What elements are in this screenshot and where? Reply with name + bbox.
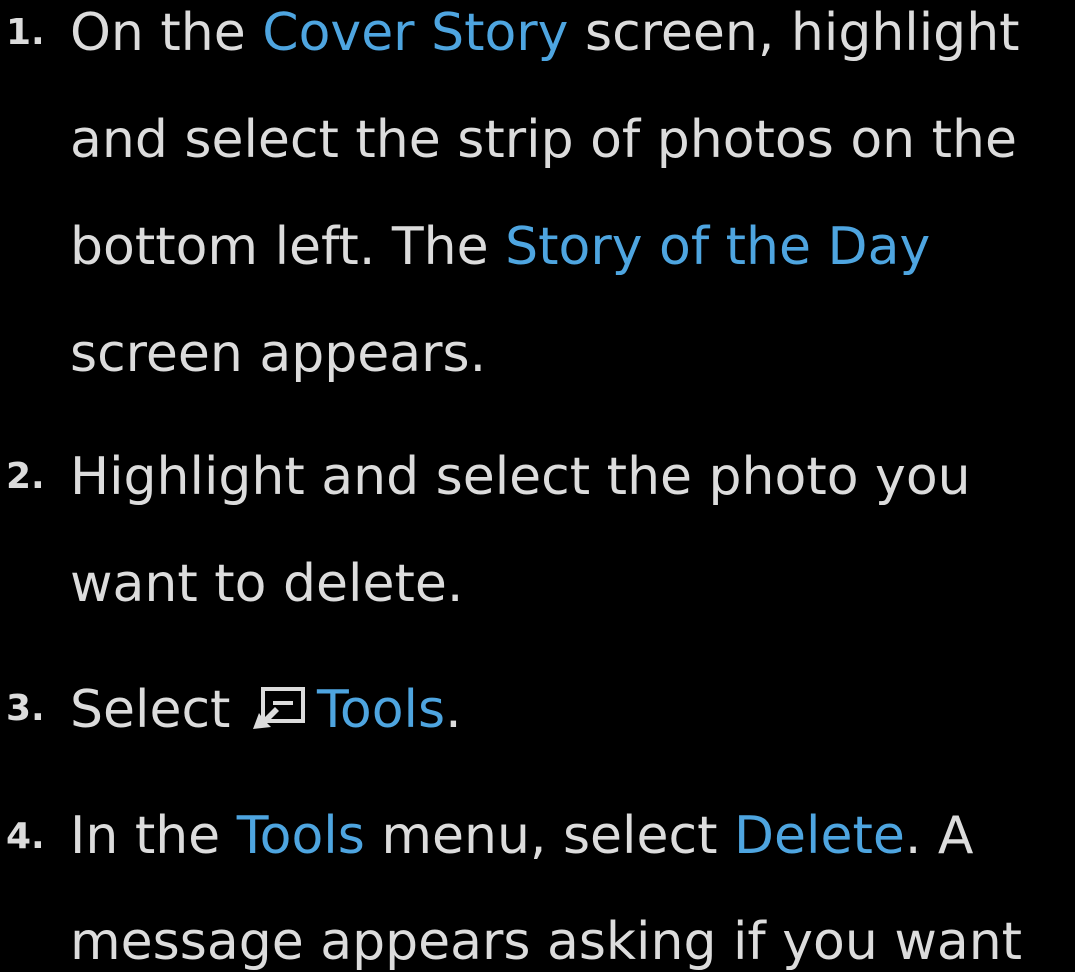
step-1-line-2: and select the strip of photos on the xyxy=(70,110,1017,170)
tools-icon xyxy=(251,683,309,733)
tools-link: Tools xyxy=(316,680,446,740)
text: . A xyxy=(904,806,974,866)
text: Select xyxy=(70,680,247,740)
tools-link: Tools xyxy=(236,806,365,866)
cover-story-link: Cover Story xyxy=(262,3,569,63)
text: bottom left. The xyxy=(70,217,506,277)
step-number: 4. xyxy=(6,816,45,857)
step-1-line-1: On the Cover Story screen, highlight xyxy=(70,3,1020,63)
text: menu, select xyxy=(364,806,734,866)
step-1-line-4: screen appears. xyxy=(70,324,487,384)
text: In the xyxy=(70,806,237,866)
step-1-line-3: bottom left. The Story of the Day xyxy=(70,217,930,277)
text: . xyxy=(445,680,462,740)
text: screen, highlight xyxy=(568,3,1020,63)
step-2-line-1: Highlight and select the photo you xyxy=(70,447,971,507)
text: On the xyxy=(70,3,263,63)
story-of-the-day-link: Story of the Day xyxy=(505,217,931,277)
step-number: 3. xyxy=(6,688,45,729)
step-4-line-1: In the Tools menu, select Delete. A xyxy=(70,806,974,866)
step-number: 2. xyxy=(6,456,45,497)
step-4-line-2: message appears asking if you want xyxy=(70,912,1023,972)
step-number: 1. xyxy=(6,12,45,53)
step-3-line-1: Select Tools. xyxy=(70,680,462,740)
step-2-line-2: want to delete. xyxy=(70,554,464,614)
delete-link: Delete xyxy=(734,806,905,866)
